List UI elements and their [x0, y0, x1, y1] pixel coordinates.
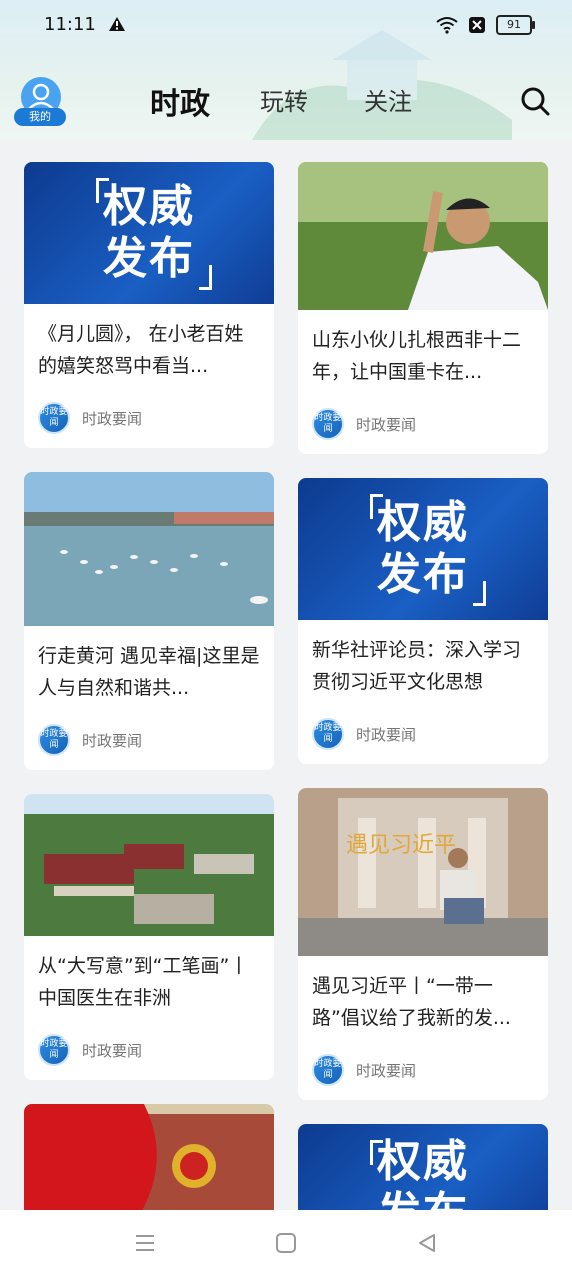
- news-title: 遇见习近平丨“一带一路”倡议给了我新的发...: [312, 975, 511, 1029]
- image-overlay-text: 遇见习近平: [346, 833, 456, 858]
- source-logo-icon: 时政要闻: [312, 718, 344, 750]
- news-card[interactable]: [24, 1104, 274, 1224]
- news-source: 时政要闻: [82, 409, 143, 428]
- man-waving-image: [298, 162, 548, 310]
- warning-icon: [109, 17, 125, 31]
- source-logo-icon: 时政要闻: [312, 408, 344, 440]
- image-text-line2: 发布: [103, 233, 195, 284]
- news-title: 新华社评论员：深入学习贯彻习近平文化思想: [312, 639, 522, 693]
- news-source: 时政要闻: [356, 1061, 417, 1080]
- news-card[interactable]: 权威 发布 新华社评论员：深入学习贯彻习近平文化思想 时政要闻 时政要闻: [298, 478, 548, 764]
- top-tabs: 时政 玩转 关注: [0, 82, 572, 122]
- student-laptop-image: 遇见习近平: [298, 788, 548, 956]
- status-bar: 11:11 91: [0, 0, 572, 50]
- news-card[interactable]: 权威 发布 《月儿圆》， 在小老百姓的嬉笑怒骂中看当... 时政要闻 时政要闻: [24, 162, 274, 448]
- battery-indicator: 91: [496, 15, 535, 35]
- tab-politics[interactable]: 时政: [150, 79, 210, 123]
- news-source: 时政要闻: [356, 415, 417, 434]
- news-title: 《月儿圆》， 在小老百姓的嬉笑怒骂中看当...: [38, 323, 244, 377]
- news-source: 时政要闻: [82, 1041, 143, 1060]
- news-card[interactable]: 山东小伙儿扎根西非十二年，让中国重卡在... 时政要闻 时政要闻: [298, 162, 548, 454]
- source-logo-icon: 时政要闻: [38, 1034, 70, 1066]
- left-feed-column: 权威 发布 《月儿圆》， 在小老百姓的嬉笑怒骂中看当... 时政要闻 时政要闻: [24, 162, 274, 1248]
- news-title: 从“大写意”到“工笔画”丨中国医生在非洲: [38, 955, 249, 1009]
- news-card[interactable]: 遇见习近平 遇见习近平丨“一带一路”倡议给了我新的发... 时政要闻 时政要闻: [298, 788, 548, 1100]
- hospital-campus-image: [24, 794, 274, 936]
- back-icon[interactable]: [416, 1232, 438, 1254]
- search-icon[interactable]: [520, 86, 550, 116]
- clock: 11:11: [44, 14, 96, 35]
- authoritative-release-image: 权威 发布: [24, 162, 274, 304]
- source-logo-icon: 时政要闻: [38, 402, 70, 434]
- right-feed-column: 山东小伙儿扎根西非十二年，让中国重卡在... 时政要闻 时政要闻 权威 发布 新…: [298, 162, 548, 1258]
- image-text-line2: 发布: [377, 549, 469, 600]
- image-text-line1: 权威: [377, 497, 469, 548]
- authoritative-release-image: 权威 发布: [298, 478, 548, 620]
- wifi-icon: [436, 17, 458, 34]
- image-text-line1: 权威: [377, 1136, 469, 1187]
- home-icon[interactable]: [275, 1232, 297, 1254]
- swans-lake-image: [24, 472, 274, 626]
- news-source: 时政要闻: [82, 731, 143, 750]
- news-title: 行走黄河 遇见幸福|这里是人与自然和谐共...: [38, 645, 260, 699]
- menu-icon[interactable]: [134, 1232, 156, 1254]
- image-text-line1: 权威: [103, 181, 195, 232]
- tab-explore[interactable]: 玩转: [260, 82, 308, 117]
- no-sim-icon: [469, 17, 485, 33]
- flag-building-image: [24, 1104, 274, 1224]
- system-nav-bar: [0, 1210, 572, 1280]
- news-card[interactable]: 从“大写意”到“工笔画”丨中国医生在非洲 时政要闻 时政要闻: [24, 794, 274, 1080]
- source-logo-icon: 时政要闻: [312, 1054, 344, 1086]
- tab-follow[interactable]: 关注: [364, 82, 412, 117]
- news-source: 时政要闻: [356, 725, 417, 744]
- news-card[interactable]: 行走黄河 遇见幸福|这里是人与自然和谐共... 时政要闻 时政要闻: [24, 472, 274, 770]
- news-title: 山东小伙儿扎根西非十二年，让中国重卡在...: [312, 329, 522, 383]
- source-logo-icon: 时政要闻: [38, 724, 70, 756]
